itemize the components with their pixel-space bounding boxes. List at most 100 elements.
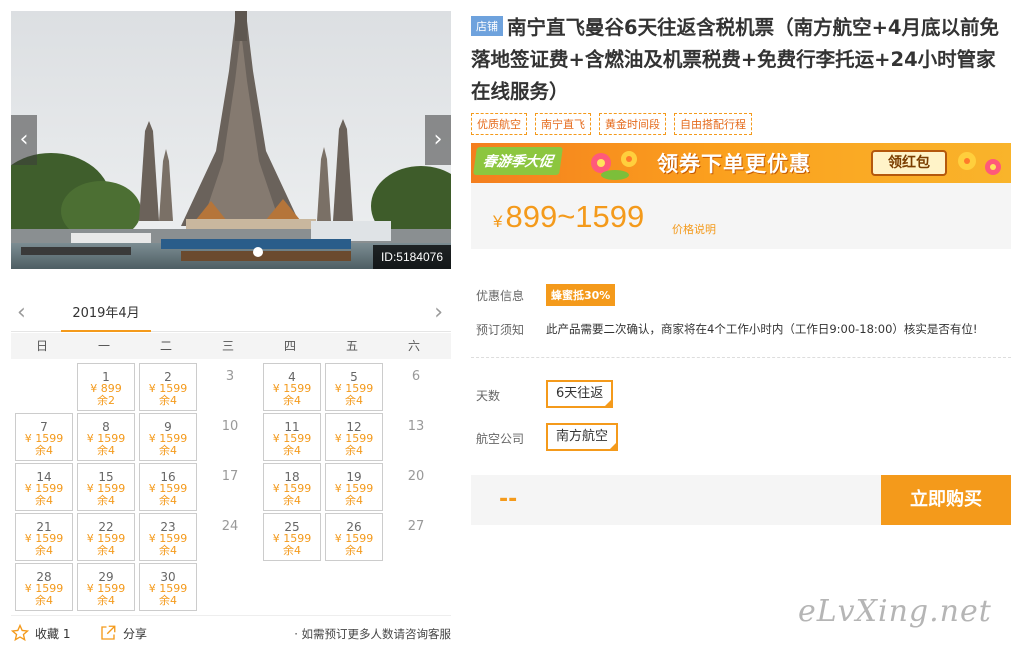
calendar-day-available[interactable]: 29 ¥ 1599 余4 xyxy=(77,563,135,611)
watermark-logo: eLvXing.net xyxy=(798,594,992,629)
calendar-day-number: 2 xyxy=(164,370,172,384)
share-icon xyxy=(101,625,116,640)
calendar-day-remaining: 余4 xyxy=(35,494,53,507)
weekday-label: 二 xyxy=(159,339,172,353)
calendar-day-unavailable: 17 xyxy=(201,463,259,511)
promo-banner[interactable]: 春游季大促 领券下单更优惠 领红包 xyxy=(471,143,1011,183)
calendar-day-available[interactable]: 11 ¥ 1599 余4 xyxy=(263,413,321,461)
calendar-day-remaining: 余4 xyxy=(97,594,115,607)
calendar-day-number: 11 xyxy=(284,420,300,434)
tag: 优质航空 xyxy=(471,113,527,135)
flower-icon xyxy=(591,151,637,180)
flower-icon xyxy=(958,152,1001,175)
calendar-day-number: 23 xyxy=(160,520,176,534)
calendar-day-number: 3 xyxy=(225,369,235,384)
favorite-button[interactable]: 收藏 1 xyxy=(11,624,70,642)
calendar-day-number: 19 xyxy=(346,470,362,484)
calendar-day-number: 14 xyxy=(36,470,52,484)
days-option-6-day-return[interactable]: 6天往返 xyxy=(546,380,614,408)
booking-notice-text: 此产品需要二次确认，商家将在4个工作小时内（工作日9:00-18:00）核实是否… xyxy=(546,322,978,336)
calendar-day-available[interactable]: 16 ¥ 1599 余4 xyxy=(139,463,197,511)
calendar-day-number: 12 xyxy=(346,420,362,434)
banner-left-label: 春游季大促 xyxy=(473,147,563,175)
calendar-day-available[interactable]: 8 ¥ 1599 余4 xyxy=(77,413,135,461)
calendar-prev-month-button[interactable]: ‹ xyxy=(17,300,26,325)
gallery-id-label: ID:5184076 xyxy=(372,245,451,269)
calendar-day-available[interactable]: 26 ¥ 1599 余4 xyxy=(325,513,383,561)
days-label: 天数 xyxy=(476,389,501,403)
calendar-day-available[interactable]: 7 ¥ 1599 余4 xyxy=(15,413,73,461)
price-explanation-link[interactable]: 价格说明 xyxy=(672,221,716,237)
claim-coupon-button[interactable]: 领红包 xyxy=(871,150,947,176)
calendar-day-number: 22 xyxy=(98,520,114,534)
calendar-day-available[interactable]: 21 ¥ 1599 余4 xyxy=(15,513,73,561)
calendar-month-tab[interactable]: 2019年4月 xyxy=(61,298,151,332)
shop-badge: 店铺 xyxy=(471,16,503,36)
calendar-day-available[interactable]: 28 ¥ 1599 余4 xyxy=(15,563,73,611)
tag: 南宁直飞 xyxy=(535,113,591,135)
gallery-prev-button[interactable]: ‹ xyxy=(11,115,37,165)
calendar-day-available[interactable]: 19 ¥ 1599 余4 xyxy=(325,463,383,511)
calendar-day-number: 5 xyxy=(350,370,358,384)
calendar-day-available[interactable]: 2 ¥ 1599 余4 xyxy=(139,363,197,411)
calendar-day-remaining: 余4 xyxy=(345,494,363,507)
calendar-day-number: 13 xyxy=(407,419,425,434)
calendar-day-number: 18 xyxy=(284,470,300,484)
divider xyxy=(471,357,1011,358)
share-label: 分享 xyxy=(123,626,148,641)
weekday-label: 日 xyxy=(35,339,48,353)
share-button[interactable]: 分享 xyxy=(99,624,147,642)
calendar-day-remaining: 余4 xyxy=(283,394,301,407)
airline-option-china-southern[interactable]: 南方航空 xyxy=(546,423,619,451)
calendar-day-number: 28 xyxy=(36,570,52,584)
calendar-day-available[interactable]: 15 ¥ 1599 余4 xyxy=(77,463,135,511)
calendar-day-remaining: 余4 xyxy=(159,394,177,407)
booking-notice-label: 预订须知 xyxy=(476,323,525,337)
calendar-day-available[interactable]: 22 ¥ 1599 余4 xyxy=(77,513,135,561)
calendar-day-available[interactable]: 14 ¥ 1599 余4 xyxy=(15,463,73,511)
product-gallery: ‹ › ID:5184076 xyxy=(11,11,451,269)
calendar-next-month-button[interactable]: › xyxy=(434,300,443,325)
calendar-day-remaining: 余4 xyxy=(283,494,301,507)
action-bar: 收藏 1 分享 · 如需预订更多人数请咨询客服 xyxy=(11,615,451,643)
tag: 黄金时间段 xyxy=(599,113,666,135)
calendar-day-number: 27 xyxy=(407,519,425,534)
product-tags: 优质航空 南宁直飞 黄金时间段 自由搭配行程 xyxy=(471,113,752,135)
calendar-day-unavailable: 27 xyxy=(387,513,445,561)
weekday-label: 四 xyxy=(283,339,296,353)
calendar-day-available[interactable]: 4 ¥ 1599 余4 xyxy=(263,363,321,411)
buy-now-button[interactable]: 立即购买 xyxy=(881,475,1011,525)
calendar-day-available[interactable]: 23 ¥ 1599 余4 xyxy=(139,513,197,561)
calendar-day-remaining: 余4 xyxy=(35,594,53,607)
calendar-day-available[interactable]: 30 ¥ 1599 余4 xyxy=(139,563,197,611)
calendar-day-available[interactable]: 5 ¥ 1599 余4 xyxy=(325,363,383,411)
promo-info-label: 优惠信息 xyxy=(476,289,525,303)
calendar-day-remaining: 余4 xyxy=(159,494,177,507)
gallery-dot-indicator[interactable] xyxy=(253,247,263,257)
calendar-day-number: 15 xyxy=(98,470,114,484)
calendar-day-number: 10 xyxy=(221,419,239,434)
product-title: 南宁直飞曼谷6天往返含税机票（南方航空+4月底以前免落地签证费+含燃油及机票税费… xyxy=(471,16,999,103)
calendar-day-unavailable: 3 xyxy=(201,363,259,411)
calendar-day-number: 26 xyxy=(346,520,362,534)
calendar-day-remaining: 余4 xyxy=(97,544,115,557)
calendar-day-available[interactable]: 18 ¥ 1599 余4 xyxy=(263,463,321,511)
calendar-day-number: 25 xyxy=(284,520,300,534)
banner-slogan: 领券下单更优惠 xyxy=(657,152,811,176)
calendar-day-unavailable: 20 xyxy=(387,463,445,511)
calendar-day-available[interactable]: 9 ¥ 1599 余4 xyxy=(139,413,197,461)
calendar-day-remaining: 余4 xyxy=(159,544,177,557)
calendar-day-number: 20 xyxy=(407,469,425,484)
calendar-day-available[interactable]: 1 ¥ 899 余2 xyxy=(77,363,135,411)
consult-service-link[interactable]: · 如需预订更多人数请咨询客服 xyxy=(294,626,451,642)
calendar-day-number: 1 xyxy=(102,370,110,384)
calendar-day-number: 7 xyxy=(40,420,48,434)
calendar-day-remaining: 余4 xyxy=(97,444,115,457)
price-range: ¥899~1599 xyxy=(493,199,644,235)
calendar-day-number: 16 xyxy=(160,470,176,484)
calendar-day-available[interactable]: 25 ¥ 1599 余4 xyxy=(263,513,321,561)
gallery-next-button[interactable]: › xyxy=(425,115,451,165)
calendar-day-unavailable: 6 xyxy=(387,363,445,411)
weekday-label: 一 xyxy=(97,339,110,353)
calendar-day-available[interactable]: 12 ¥ 1599 余4 xyxy=(325,413,383,461)
